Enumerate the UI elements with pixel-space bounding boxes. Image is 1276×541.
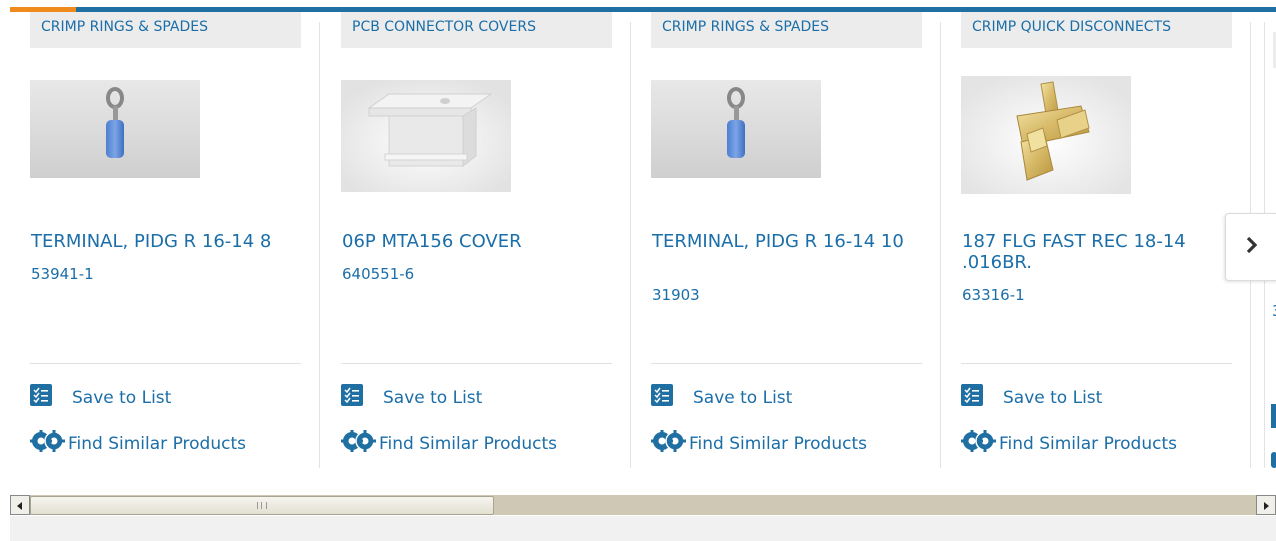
divider [651, 363, 922, 364]
scroll-right-button[interactable] [1256, 495, 1276, 515]
product-carousel: CRIMP RINGS & SPADES TERMINAL, PIDG R 16… [10, 12, 1276, 494]
scroll-left-button[interactable] [10, 495, 30, 515]
find-similar-button[interactable]: Find Similar Products [961, 429, 1177, 458]
find-similar-button[interactable]: Find Similar Products [30, 429, 246, 458]
product-image[interactable] [341, 80, 511, 192]
save-to-list-button[interactable]: Save to List [651, 384, 792, 411]
product-name-link[interactable]: TERMINAL, PIDG R 16-14 8 [31, 231, 296, 252]
horizontal-scrollbar[interactable] [10, 495, 1276, 515]
product-card: PCB CONNECTOR COVERS 06P MTA156 COVER 64… [331, 12, 631, 468]
part-number[interactable]: 63316-1 [962, 286, 1025, 304]
find-similar-button[interactable]: Find Similar Products [651, 429, 867, 458]
chevron-right-icon [1245, 236, 1259, 258]
find-label: Find Similar Products [999, 433, 1177, 454]
product-category[interactable]: PCB CONNECTOR COVERS [341, 12, 612, 48]
carousel-next-button[interactable] [1225, 213, 1276, 281]
arrow-right-icon [1262, 496, 1270, 515]
divider [961, 363, 1232, 364]
product-category[interactable]: CRIMP QUICK DISCONNECTS [961, 12, 1232, 48]
grip-icon [257, 502, 267, 509]
checklist-icon[interactable] [1271, 404, 1276, 428]
gears-icon[interactable] [1271, 452, 1276, 468]
part-number[interactable]: 3 [1272, 302, 1276, 320]
part-number[interactable]: 640551-6 [342, 265, 414, 283]
save-label: Save to List [383, 387, 483, 408]
scrollbar-thumb[interactable] [30, 496, 494, 515]
find-label: Find Similar Products [689, 433, 867, 454]
save-label: Save to List [693, 387, 793, 408]
checklist-icon [341, 384, 363, 411]
product-category[interactable]: CRIMP RINGS & SPADES [30, 12, 301, 48]
checklist-icon [30, 384, 52, 411]
save-to-list-button[interactable]: Save to List [961, 384, 1102, 411]
product-card: CRIMP RINGS & SPADES TERMINAL, PIDG R 16… [20, 12, 320, 468]
product-name-link[interactable]: 187 FLG FAST REC 18-14 .016BR. [962, 231, 1227, 273]
product-card: CRIMP QUICK DISCONNECTS 187 FLG FAST REC… [951, 12, 1251, 468]
gears-icon [961, 429, 997, 458]
product-image[interactable] [961, 76, 1131, 194]
product-name-link[interactable]: 06P MTA156 COVER [342, 231, 607, 252]
gears-icon [651, 429, 687, 458]
checklist-icon [961, 384, 983, 411]
product-card: CRIMP RINGS & SPADES TERMINAL, PIDG R 16… [641, 12, 941, 468]
divider [30, 363, 301, 364]
product-image[interactable] [30, 80, 200, 178]
gears-icon [341, 429, 377, 458]
product-name-link[interactable]: TERMINAL, PIDG R 16-14 10 [652, 231, 917, 252]
find-label: Find Similar Products [68, 433, 246, 454]
find-label: Find Similar Products [379, 433, 557, 454]
find-similar-button[interactable]: Find Similar Products [341, 429, 557, 458]
product-category[interactable]: CRIMP RINGS & SPADES [651, 12, 922, 48]
gears-icon [30, 429, 66, 458]
checklist-icon [651, 384, 673, 411]
divider [341, 363, 612, 364]
save-label: Save to List [72, 387, 172, 408]
part-number[interactable]: 53941-1 [31, 265, 94, 283]
product-image[interactable] [651, 80, 821, 178]
save-label: Save to List [1003, 387, 1103, 408]
arrow-left-icon [16, 496, 24, 515]
save-to-list-button[interactable]: Save to List [30, 384, 171, 411]
save-to-list-button[interactable]: Save to List [341, 384, 482, 411]
part-number[interactable]: 31903 [652, 286, 700, 304]
page-background [10, 516, 1276, 541]
